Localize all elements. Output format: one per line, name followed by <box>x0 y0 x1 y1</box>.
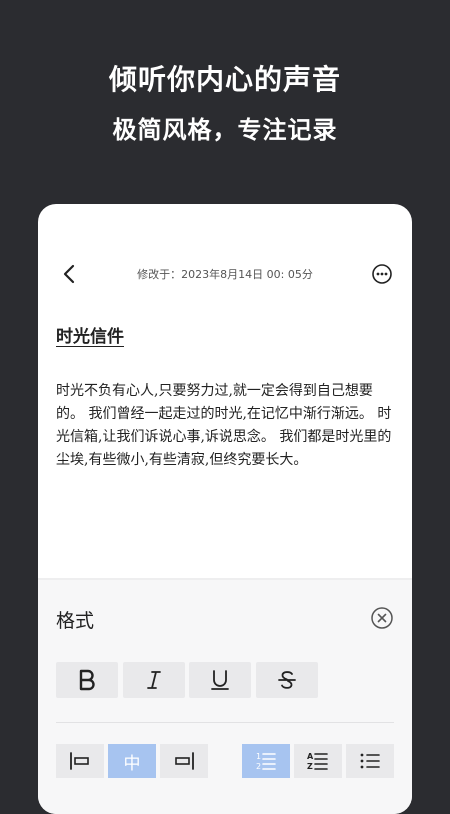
italic-button[interactable] <box>123 662 185 698</box>
top-nav-bar: 修改于：2023年8月14日 00: 05分 <box>38 256 412 292</box>
close-icon <box>371 607 393 629</box>
bullet-list-icon <box>360 753 380 769</box>
note-body[interactable]: 时光不负有心人,只要努力过,就一定会得到自己想要的。 我们曾经一起走过的时光,在… <box>56 380 396 472</box>
modified-timestamp: 修改于：2023年8月14日 00: 05分 <box>137 268 313 281</box>
svg-text:Z: Z <box>307 762 313 771</box>
svg-text:2: 2 <box>256 762 261 771</box>
phone-screen: 修改于：2023年8月14日 00: 05分 时光信件 时光不负有心人,只要努力… <box>38 204 412 814</box>
strikethrough-icon <box>278 671 296 689</box>
more-options-button[interactable] <box>370 262 394 286</box>
note-title[interactable]: 时光信件 <box>56 322 124 347</box>
italic-icon <box>147 671 161 689</box>
align-right-icon <box>175 752 194 770</box>
more-icon <box>372 264 392 284</box>
numbered-list-icon: 1 2 <box>256 752 276 771</box>
promo-header: 倾听你内心的声音 极简风格，专注记录 <box>0 0 450 200</box>
bold-button[interactable] <box>56 662 118 698</box>
align-right-button[interactable] <box>160 744 208 778</box>
align-center-button[interactable]: 中 <box>108 744 156 778</box>
align-left-button[interactable] <box>56 744 104 778</box>
promo-title: 倾听你内心的声音 <box>108 63 341 96</box>
align-center-label: 中 <box>123 753 141 774</box>
alpha-list-button[interactable]: A Z <box>294 744 342 778</box>
bold-icon <box>79 669 95 691</box>
promo-subtitle: 极简风格，专注记录 <box>112 116 338 144</box>
strikethrough-button[interactable] <box>256 662 318 698</box>
numbered-list-button[interactable]: 1 2 <box>242 744 290 778</box>
panel-divider <box>56 722 394 723</box>
align-left-icon <box>70 752 89 770</box>
format-panel: 格式 中 1 2 A Z <box>38 578 412 814</box>
close-format-button[interactable] <box>370 606 394 630</box>
underline-button[interactable] <box>189 662 251 698</box>
svg-text:A: A <box>307 752 314 761</box>
format-panel-title: 格式 <box>56 610 95 632</box>
svg-text:1: 1 <box>256 752 261 761</box>
underline-icon <box>211 670 229 690</box>
alpha-list-icon: A Z <box>307 752 328 771</box>
bullet-list-button[interactable] <box>346 744 394 778</box>
